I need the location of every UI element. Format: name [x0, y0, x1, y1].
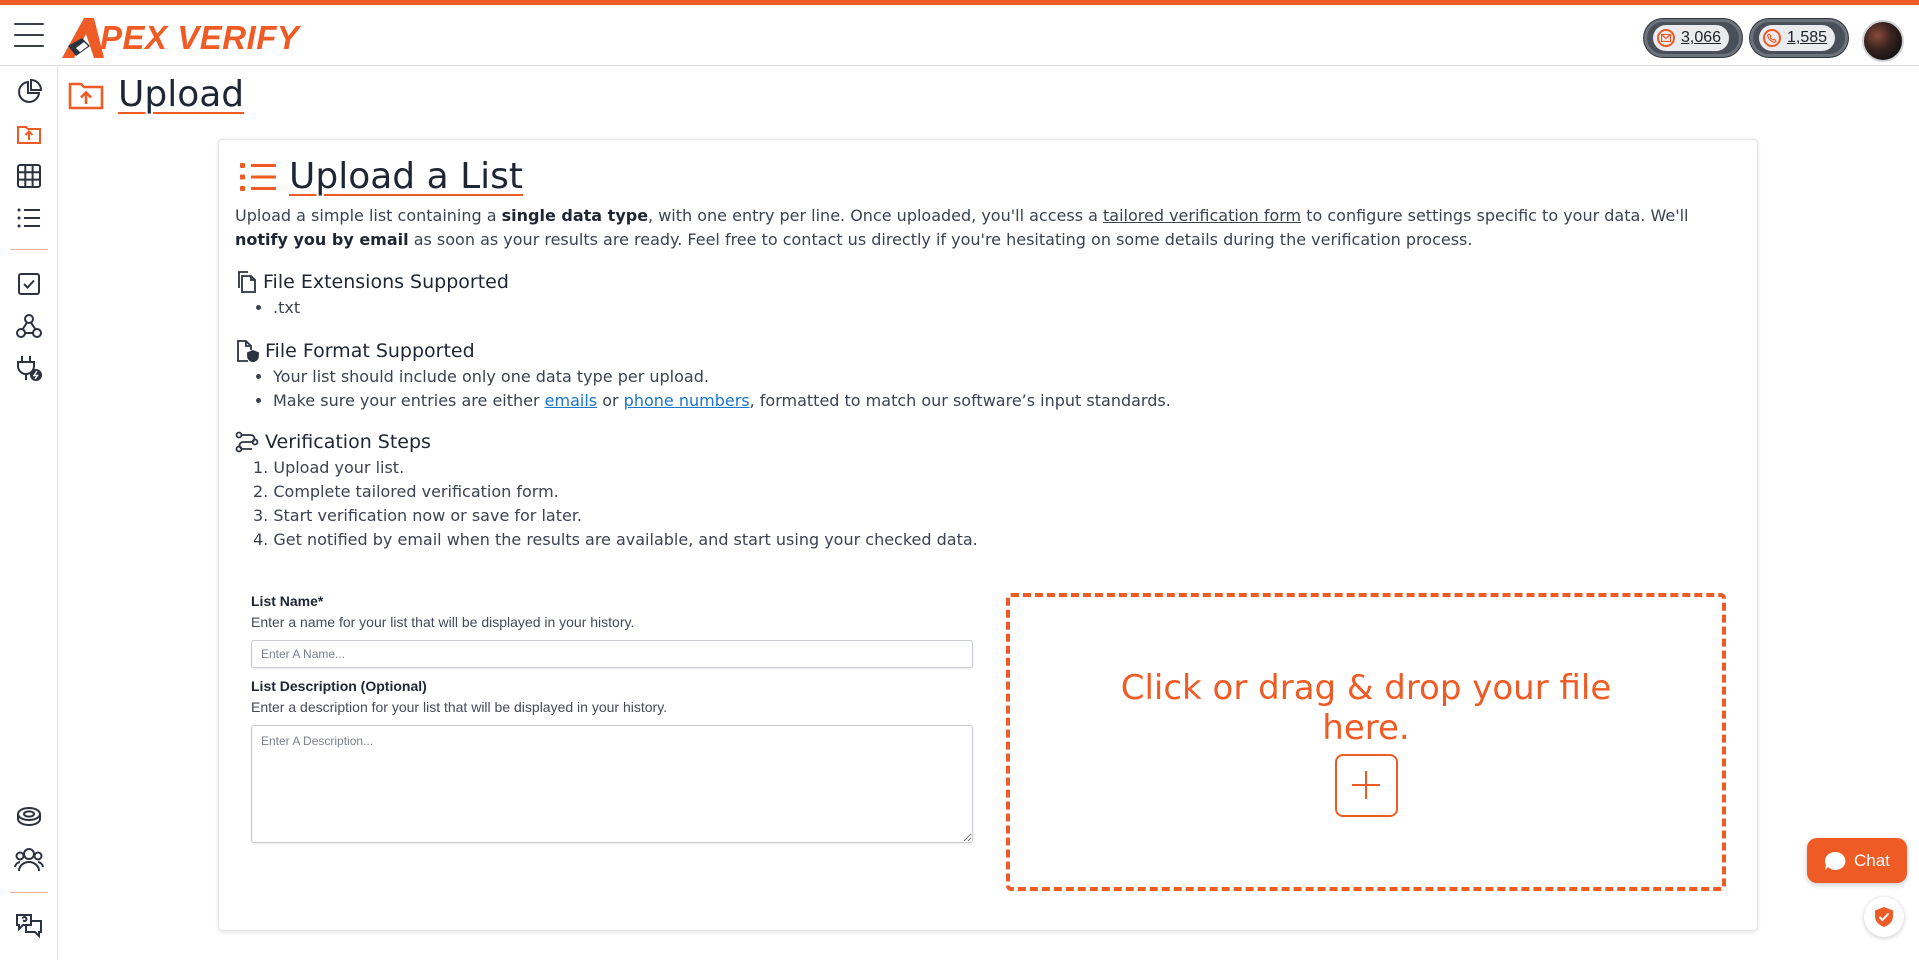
hamburger-menu-icon[interactable] [14, 23, 44, 49]
extensions-title: File Extensions Supported [263, 271, 509, 293]
logo[interactable]: PEX VERIFY [60, 15, 299, 61]
plus-icon [1334, 753, 1398, 817]
list-item: 4. Get notified by email when the result… [253, 530, 978, 549]
email-credits-value: 3,066 [1681, 29, 1722, 46]
sidebar-divider [10, 892, 48, 893]
file-dropzone[interactable]: Click or drag & drop your file here. [1006, 593, 1726, 891]
highlight-single-data-type: single data type [501, 206, 649, 225]
intro-paragraph: Upload a simple list containing a single… [235, 206, 1689, 249]
user-avatar[interactable] [1862, 20, 1904, 62]
extensions-list: .txt [273, 296, 300, 320]
sidebar-divider [10, 249, 48, 250]
sidebar-item-dashboard[interactable] [11, 74, 47, 110]
list-item: 1. Upload your list. [253, 458, 405, 477]
chat-label: Chat [1854, 850, 1890, 870]
list-icon [17, 208, 40, 228]
checkbox-icon [18, 273, 40, 295]
upload-folder-icon [17, 126, 41, 144]
list-description-help: Enter a description for your list that w… [251, 699, 668, 715]
sidebar-item-credits[interactable] [11, 799, 47, 835]
shield-check-icon [1875, 907, 1893, 927]
steps-list: 1. Upload your list. 2. Complete tailore… [253, 456, 978, 552]
top-bar: PEX VERIFY 3,066 1,585 [0, 5, 1919, 66]
page-title: Upload [118, 74, 245, 115]
list-icon [240, 162, 276, 191]
email-credits-icon [1657, 29, 1675, 47]
steps-section-heading: Verification Steps [235, 431, 431, 453]
list-item: Your list should include only one data t… [273, 365, 1171, 389]
users-icon [14, 848, 44, 872]
webhook-icon [16, 314, 42, 338]
chat-button[interactable]: Chat [1807, 838, 1907, 883]
phone-credits-badge[interactable]: 1,585 [1750, 19, 1849, 57]
steps-title: Verification Steps [265, 431, 431, 453]
file-shield-icon [237, 340, 259, 362]
emails-link[interactable]: emails [545, 391, 597, 410]
sidebar-item-integrations[interactable] [11, 350, 47, 386]
sidebar-item-upload[interactable] [11, 116, 47, 152]
phone-credits-icon [1763, 29, 1781, 47]
list-item: 2. Complete tailored verification form. [253, 482, 559, 501]
list-name-label: List Name* [251, 593, 324, 609]
dropzone-text: Click or drag & drop your file here. [1120, 667, 1612, 748]
upload-card: Upload a List Upload a simple list conta… [218, 139, 1758, 931]
format-list: Your list should include only one data t… [273, 365, 1171, 413]
plug-icon [17, 356, 42, 381]
card-title: Upload a List [289, 156, 524, 197]
list-name-help: Enter a name for your list that will be … [251, 614, 635, 630]
sidebar-item-grid[interactable] [11, 158, 47, 194]
phone-numbers-link[interactable]: phone numbers [624, 391, 750, 410]
page-header: Upload [68, 74, 244, 115]
chat-bubble-icon [1824, 851, 1846, 870]
list-name-input[interactable] [251, 640, 973, 668]
list-description-textarea[interactable] [251, 725, 973, 843]
sidebar-item-team[interactable] [11, 841, 47, 877]
coins-icon [17, 807, 41, 826]
support-chat-icon [16, 914, 42, 939]
list-item: 3. Start verification now or save for la… [253, 506, 583, 525]
sidebar-item-verify[interactable] [11, 266, 47, 302]
sidebar-item-webhooks[interactable] [11, 308, 47, 344]
files-icon [238, 271, 256, 293]
list-item: .txt [273, 296, 300, 320]
highlight-notify-email: notify you by email [235, 230, 409, 249]
pie-chart-icon [18, 78, 43, 103]
list-item: Make sure your entries are either emails… [273, 389, 1171, 413]
upload-folder-icon [68, 82, 104, 109]
logo-text: PEX VERIFY [100, 19, 300, 56]
privacy-shield-button[interactable] [1864, 897, 1904, 937]
route-steps-icon [235, 431, 259, 453]
sidebar-item-support[interactable] [11, 908, 47, 944]
sidebar-item-lists[interactable] [11, 200, 47, 236]
email-credits-badge[interactable]: 3,066 [1644, 19, 1743, 57]
sidebar [0, 66, 58, 960]
phone-credits-value: 1,585 [1787, 29, 1828, 46]
list-description-label: List Description (Optional) [251, 678, 427, 694]
extensions-section-heading: File Extensions Supported [235, 271, 509, 293]
card-header: Upload a List [239, 156, 523, 197]
table-grid-icon [17, 164, 41, 188]
format-title: File Format Supported [265, 340, 475, 362]
tailored-form-text: tailored verification form [1103, 206, 1302, 225]
format-section-heading: File Format Supported [235, 340, 475, 362]
